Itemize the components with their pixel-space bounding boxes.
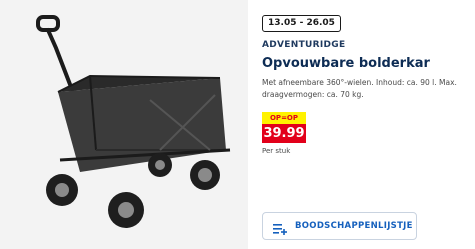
add-to-list-icon: [273, 220, 287, 235]
date-range-badge: 13.05 - 26.05: [262, 15, 341, 32]
price-unit: Per stuk: [262, 147, 291, 155]
shopping-list-label: BOODSCHAPPENLIJSTJE: [295, 221, 413, 231]
product-info: 13.05 - 26.05 ADVENTURIDGE Opvouwbare bo…: [262, 10, 467, 155]
brand-name[interactable]: ADVENTURIDGE: [262, 40, 467, 50]
rear-left-wheel-icon: [148, 153, 172, 177]
price-value: 39.99: [262, 124, 306, 143]
rear-right-wheel-icon: [190, 160, 220, 190]
product-image[interactable]: [0, 0, 248, 249]
bolderkar-illustration: [36, 15, 231, 228]
product-description: Met afneembare 360°-wielen. Inhoud: ca. …: [262, 78, 457, 99]
price-tag-op-op: OP=OP: [262, 112, 306, 124]
product-title: Opvouwbare bolderkar: [262, 56, 430, 71]
add-to-shopping-list-button[interactable]: BOODSCHAPPENLIJSTJE: [262, 212, 417, 240]
price-block: OP=OP 39.99: [262, 112, 306, 143]
front-right-wheel-icon: [108, 192, 144, 228]
front-left-wheel-icon: [46, 174, 78, 206]
